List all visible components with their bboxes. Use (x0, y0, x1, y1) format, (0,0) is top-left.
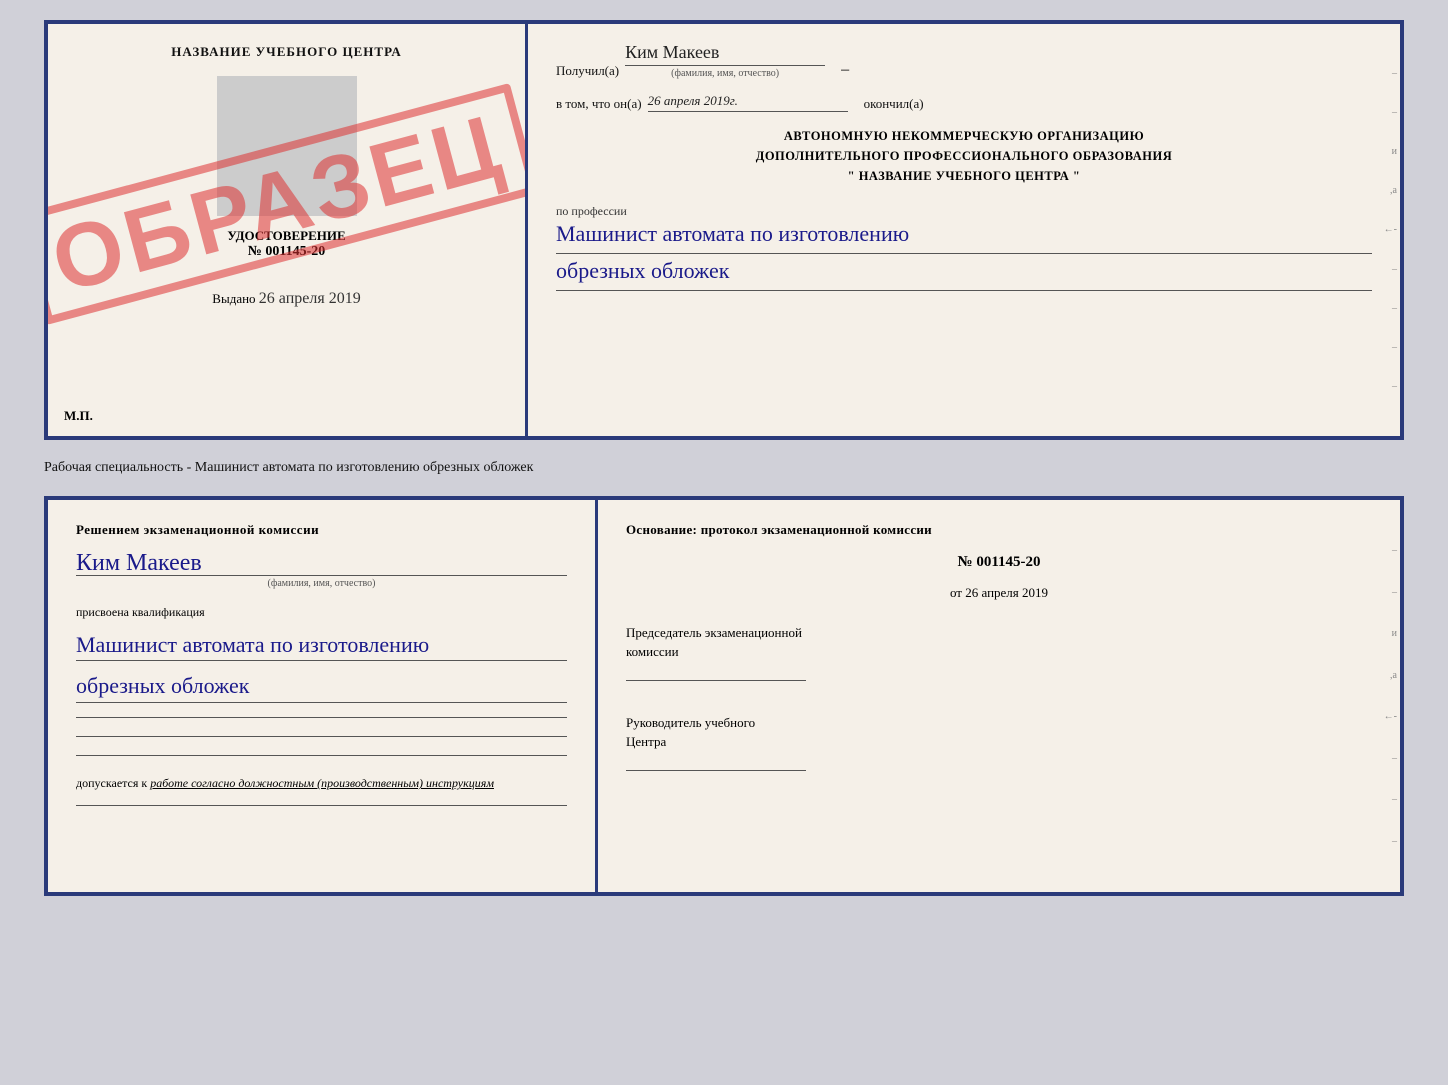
bot-allowed-value: работе согласно должностным (производств… (150, 776, 494, 790)
top-cert-right: Получил(а) Ким Макеев (фамилия, имя, отч… (528, 24, 1400, 436)
btick2: – (1382, 587, 1400, 598)
btick4: ,а (1382, 670, 1400, 681)
tick3: и (1382, 146, 1400, 157)
stamp-placeholder (217, 76, 357, 216)
top-cert-left: НАЗВАНИЕ УЧЕБНОГО ЦЕНТРА УДОСТОВЕРЕНИЕ №… (48, 24, 528, 436)
right-side-marks: – – и ,а ←- – – – – (1382, 24, 1400, 436)
tick4: ,а (1382, 185, 1400, 196)
completion-row: в том, что он(а) 26 апреля 2019г. окончи… (556, 93, 1372, 112)
bot-chairman-label: Председатель экзаменационной комиссии (626, 623, 1372, 662)
profession-line2: обрезных обложек (556, 256, 1372, 291)
bot-director: Руководитель учебного Центра (626, 713, 1372, 775)
bot-cert-left: Решением экзаменационной комиссии Ким Ма… (48, 500, 598, 892)
bot-director-label: Руководитель учебного Центра (626, 713, 1372, 752)
body-line2: ДОПОЛНИТЕЛЬНОГО ПРОФЕССИОНАЛЬНОГО ОБРАЗО… (556, 146, 1372, 166)
bot-director-line (626, 770, 806, 771)
completion-date: 26 апреля 2019г. (648, 93, 848, 112)
btick8: – (1382, 836, 1400, 847)
tick1: – (1382, 68, 1400, 79)
tick6: – (1382, 264, 1400, 275)
bot-right-marks: – – и ,а ←- – – – (1382, 500, 1400, 892)
received-name: Ким Макеев (625, 42, 825, 66)
tick8: – (1382, 342, 1400, 353)
bot-person-sub: (фамилия, имя, отчество) (76, 575, 567, 589)
bot-person-block: Ким Макеев (фамилия, имя, отчество) (76, 550, 567, 589)
btick7: – (1382, 794, 1400, 805)
bot-basis-label: Основание: протокол экзаменационной коми… (626, 520, 1372, 540)
bot-qual-label: присвоена квалификация (76, 605, 567, 620)
tick5: ←- (1382, 224, 1400, 235)
mp-label: М.П. (64, 408, 93, 424)
top-certificate: НАЗВАНИЕ УЧЕБНОГО ЦЕНТРА УДОСТОВЕРЕНИЕ №… (44, 20, 1404, 440)
top-cert-school-name: НАЗВАНИЕ УЧЕБНОГО ЦЕНТРА (171, 44, 402, 60)
profession-line1: Машинист автомата по изготовлению (556, 219, 1372, 254)
received-row: Получил(а) Ким Макеев (фамилия, имя, отч… (556, 42, 1372, 79)
profession-section: по профессии Машинист автомата по изгото… (556, 200, 1372, 291)
cert-number: № 001145-20 (248, 244, 325, 260)
btick1: – (1382, 545, 1400, 556)
cert-label: УДОСТОВЕРЕНИЕ (227, 228, 345, 244)
bot-qual-line2: обрезных обложек (76, 671, 567, 703)
btick5: ←- (1382, 711, 1400, 722)
received-name-sub: (фамилия, имя, отчество) (625, 68, 825, 79)
tick7: – (1382, 303, 1400, 314)
bot-line2 (76, 736, 567, 737)
bot-chairman-line (626, 680, 806, 681)
bot-qual-line1: Машинист автомата по изготовлению (76, 630, 567, 662)
body-line1: АВТОНОМНУЮ НЕКОММЕРЧЕСКУЮ ОРГАНИЗАЦИЮ (556, 126, 1372, 146)
bot-protocol-number: № 001145-20 (626, 554, 1372, 571)
profession-label: по профессии (556, 204, 1372, 219)
bot-line1 (76, 717, 567, 718)
bot-line4 (76, 805, 567, 806)
middle-text: Рабочая специальность - Машинист автомат… (44, 456, 1404, 480)
completion-suffix: окончил(а) (864, 96, 924, 112)
completion-prefix: в том, что он(а) (556, 96, 642, 112)
cert-issued: Выдано 26 апреля 2019 (212, 290, 360, 308)
bot-person-name: Ким Макеев (76, 550, 567, 577)
bot-cert-right: Основание: протокол экзаменационной коми… (598, 500, 1400, 892)
bot-line3 (76, 755, 567, 756)
bot-allowed: допускается к работе согласно должностны… (76, 776, 567, 791)
body-line3: " НАЗВАНИЕ УЧЕБНОГО ЦЕНТРА " (556, 166, 1372, 186)
tick9: – (1382, 381, 1400, 392)
bot-chairman: Председатель экзаменационной комиссии (626, 623, 1372, 685)
received-label: Получил(а) (556, 63, 619, 79)
cert-body: АВТОНОМНУЮ НЕКОММЕРЧЕСКУЮ ОРГАНИЗАЦИЮ ДО… (556, 126, 1372, 186)
dash: – (841, 61, 849, 79)
received-name-column: Ким Макеев (фамилия, имя, отчество) (625, 42, 825, 79)
btick3: и (1382, 628, 1400, 639)
tick2: – (1382, 107, 1400, 118)
bot-commission-title: Решением экзаменационной комиссии (76, 520, 567, 540)
bot-date: от 26 апреля 2019 (626, 585, 1372, 601)
bottom-certificate: Решением экзаменационной комиссии Ким Ма… (44, 496, 1404, 896)
btick6: – (1382, 753, 1400, 764)
